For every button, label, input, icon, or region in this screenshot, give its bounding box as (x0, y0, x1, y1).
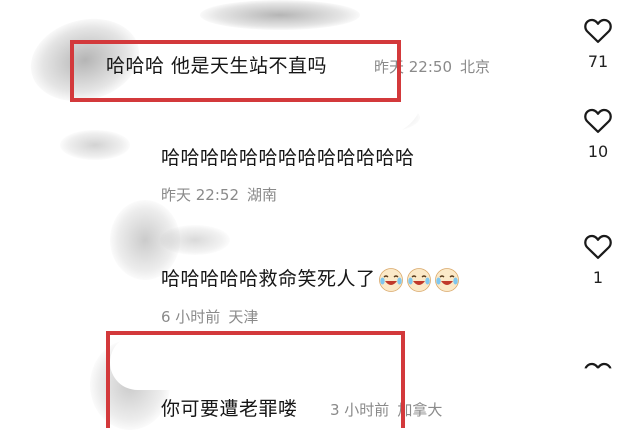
redacted-avatar-2 (60, 130, 130, 160)
heart-outline-icon (584, 234, 612, 259)
like-count-1: 71 (587, 52, 609, 71)
like-button-2[interactable]: 10 (578, 106, 618, 161)
highlight-box-1 (70, 40, 401, 102)
redacted-username-3 (160, 225, 230, 255)
comment-2-text: 哈哈哈哈哈哈哈哈哈哈哈哈哈 (161, 147, 415, 169)
like-count-3: 1 (592, 268, 604, 287)
comment-3-time: 6 小时前 (161, 308, 221, 326)
heart-outline-icon (584, 108, 612, 133)
like-button-3[interactable]: 1 (578, 232, 618, 287)
comment-3-text-body: 哈哈哈哈哈救命笑死人了 (161, 268, 376, 290)
like-button-1[interactable]: 71 (578, 16, 618, 71)
heart-outline-icon (583, 360, 613, 388)
redacted-username-1 (200, 0, 360, 30)
comment-2-time: 昨天 22:52 (161, 186, 239, 204)
comment-1-location: 北京 (460, 58, 491, 76)
crying-laughing-face-icon (406, 267, 431, 292)
comment-2-meta: 昨天 22:52 湖南 (161, 184, 277, 205)
like-count-2: 10 (587, 142, 609, 161)
emoji-row (376, 267, 460, 292)
comment-2-location: 湖南 (247, 186, 278, 204)
comment-3-text: 哈哈哈哈哈救命笑死人了 (161, 264, 460, 293)
crying-laughing-face-icon (378, 267, 403, 292)
comment-3-location: 天津 (228, 308, 259, 326)
like-button-4[interactable] (578, 360, 618, 392)
heart-outline-icon (584, 18, 612, 43)
comment-3-meta: 6 小时前 天津 (161, 306, 258, 327)
crying-laughing-face-icon (434, 267, 459, 292)
highlight-box-2 (106, 331, 405, 428)
